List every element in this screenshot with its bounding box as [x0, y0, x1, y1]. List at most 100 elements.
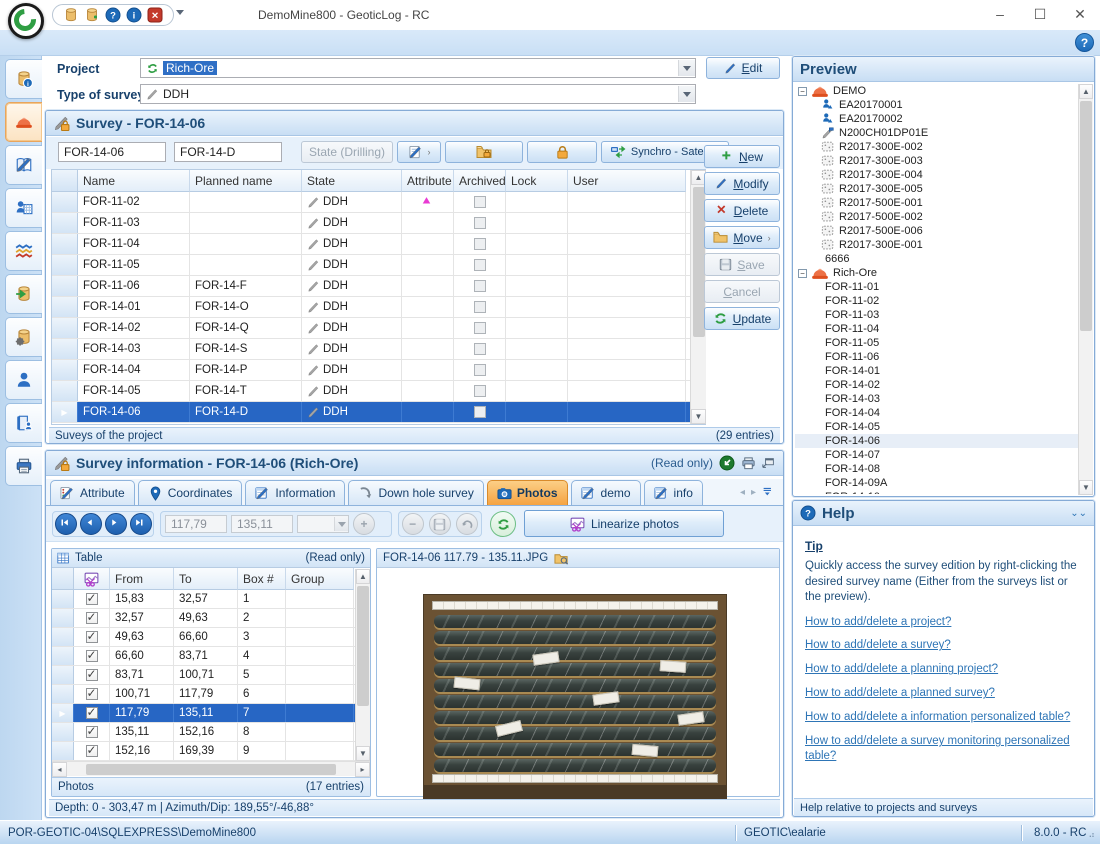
- tree-item-EA20170002[interactable]: EA20170002: [795, 112, 1078, 126]
- close-red-icon[interactable]: ✕: [147, 7, 163, 23]
- tree-item-FOR-14-08[interactable]: FOR-14-08: [795, 462, 1078, 476]
- tree-item-FOR-14-09A[interactable]: FOR-14-09A: [795, 476, 1078, 490]
- tree-item-FOR-11-01[interactable]: FOR-11-01: [795, 280, 1078, 294]
- photo-row-box-8[interactable]: 135,11152,168: [52, 723, 370, 742]
- tree-expander-icon[interactable]: −: [798, 269, 807, 278]
- survey-row-FOR-14-04[interactable]: FOR-14-04FOR-14-PDDH: [52, 360, 705, 381]
- survey-row-FOR-14-06[interactable]: ▶FOR-14-06FOR-14-DDDH: [52, 402, 705, 423]
- quick-access-customize-icon[interactable]: [176, 10, 184, 15]
- scroll-down-icon[interactable]: ▼: [356, 746, 370, 761]
- collapse-help-icon[interactable]: ⌄⌄: [1070, 508, 1087, 519]
- sidebar-tab-person-table[interactable]: [5, 188, 42, 228]
- scroll-thumb[interactable]: [86, 764, 336, 775]
- maximize-button[interactable]: ☐: [1020, 0, 1060, 28]
- undo-record-button[interactable]: [456, 513, 478, 535]
- tree-item-FOR-11-06[interactable]: FOR-11-06: [795, 350, 1078, 364]
- last-record-button[interactable]: [130, 513, 152, 535]
- tree-expander-icon[interactable]: −: [798, 87, 807, 96]
- row-selector[interactable]: [52, 213, 78, 233]
- folder-lock-button[interactable]: [445, 141, 523, 163]
- from-field[interactable]: 117,79: [165, 515, 227, 533]
- scroll-up-icon[interactable]: ▲: [356, 569, 370, 584]
- scroll-down-icon[interactable]: ▼: [691, 409, 706, 424]
- delete-button[interactable]: Delete: [704, 199, 780, 222]
- previous-record-button[interactable]: [80, 513, 102, 535]
- sidebar-tab-book-user[interactable]: [5, 403, 42, 443]
- tab-down-hole-survey[interactable]: Down hole survey: [348, 480, 483, 505]
- sidebar-tab-book-pencil[interactable]: [5, 145, 42, 185]
- refresh-records-button[interactable]: [490, 511, 516, 537]
- column-header-group[interactable]: Group: [286, 568, 354, 590]
- open-photo-icon[interactable]: [554, 551, 569, 566]
- collapse-panel-icon[interactable]: [719, 455, 735, 471]
- minimize-button[interactable]: –: [980, 0, 1020, 28]
- help-link-5[interactable]: How to add/delete a information personal…: [805, 710, 1083, 725]
- row-selector[interactable]: [52, 647, 74, 665]
- collapse-tabs-icon[interactable]: [762, 486, 775, 499]
- help-circle-icon[interactable]: ?: [105, 7, 121, 23]
- photo-row-box-6[interactable]: 100,71117,796: [52, 685, 370, 704]
- archived-checkbox[interactable]: [474, 385, 486, 397]
- app-logo[interactable]: [8, 3, 44, 39]
- row-selector[interactable]: [52, 666, 74, 684]
- remove-record-button[interactable]: −: [402, 513, 424, 535]
- tab-scroll-right-icon[interactable]: ▸: [751, 487, 756, 498]
- project-combo-arrow[interactable]: [678, 60, 695, 76]
- column-header-planned-name[interactable]: Planned name: [190, 170, 302, 192]
- scroll-left-icon[interactable]: ◂: [52, 762, 67, 777]
- sidebar-tab-user[interactable]: [5, 360, 42, 400]
- column-header-archived[interactable]: Archived: [454, 170, 506, 192]
- first-record-button[interactable]: [55, 513, 77, 535]
- linearized-checkbox[interactable]: [86, 593, 98, 605]
- modify-button[interactable]: Modify: [704, 172, 780, 195]
- linearized-checkbox[interactable]: [86, 631, 98, 643]
- tree-item-FOR-11-04[interactable]: FOR-11-04: [795, 322, 1078, 336]
- cancel-button[interactable]: Cancel: [704, 280, 780, 303]
- photo-row-box-3[interactable]: 49,6366,603: [52, 628, 370, 647]
- sidebar-tab-waves[interactable]: [5, 231, 42, 271]
- help-link-3[interactable]: How to add/delete a planning project?: [805, 662, 1083, 677]
- survey-type-combo[interactable]: DDH: [140, 84, 696, 104]
- column-header-from[interactable]: From: [110, 568, 174, 590]
- tree-item-N200CH01DP01E[interactable]: N200CH01DP01E: [795, 126, 1078, 140]
- info-circle-icon[interactable]: i: [126, 7, 142, 23]
- archived-checkbox[interactable]: [474, 259, 486, 271]
- column-header-attribute[interactable]: Attribute: [402, 170, 454, 192]
- row-selector[interactable]: [52, 234, 78, 254]
- row-selector[interactable]: [52, 297, 78, 317]
- row-selector[interactable]: [52, 318, 78, 338]
- scroll-down-icon[interactable]: ▼: [1079, 480, 1093, 495]
- lock-button[interactable]: [527, 141, 597, 163]
- survey-type-combo-arrow[interactable]: [678, 86, 695, 102]
- archived-checkbox[interactable]: [474, 238, 486, 250]
- sidebar-tab-db-info[interactable]: i: [5, 59, 42, 99]
- tree-item-R2017-300E-004[interactable]: R2017-300E-004: [795, 168, 1078, 182]
- row-selector[interactable]: [52, 628, 74, 646]
- tree-item-FOR-14-04[interactable]: FOR-14-04: [795, 406, 1078, 420]
- tree-item-R2017-300E-001[interactable]: R2017-300E-001: [795, 238, 1078, 252]
- row-selector[interactable]: [52, 360, 78, 380]
- row-selector[interactable]: [52, 609, 74, 627]
- tree-item-FOR-14-03[interactable]: FOR-14-03: [795, 392, 1078, 406]
- tab-demo[interactable]: demo: [571, 480, 641, 505]
- tab-info[interactable]: info: [644, 480, 703, 505]
- photos-table-hscrollbar[interactable]: ◂ ▸: [52, 761, 370, 776]
- next-record-button[interactable]: [105, 513, 127, 535]
- tree-item-FOR-14-02[interactable]: FOR-14-02: [795, 378, 1078, 392]
- tree-item-FOR-14-05[interactable]: FOR-14-05: [795, 420, 1078, 434]
- help-link-2[interactable]: How to add/delete a survey?: [805, 638, 1083, 653]
- sidebar-tab-printer[interactable]: [5, 446, 42, 486]
- survey-row-FOR-11-02[interactable]: FOR-11-02DDH: [52, 192, 705, 213]
- survey-row-FOR-14-03[interactable]: FOR-14-03FOR-14-SDDH: [52, 339, 705, 360]
- tree-item-EA20170001[interactable]: EA20170001: [795, 98, 1078, 112]
- row-selector[interactable]: [52, 192, 78, 212]
- survey-planned-input[interactable]: FOR-14-D: [174, 142, 282, 162]
- survey-row-FOR-11-03[interactable]: FOR-11-03DDH: [52, 213, 705, 234]
- survey-row-FOR-11-04[interactable]: FOR-11-04DDH: [52, 234, 705, 255]
- tab-scroll-left-icon[interactable]: ◂: [740, 487, 745, 498]
- linearized-checkbox[interactable]: [86, 688, 98, 700]
- print-icon[interactable]: [741, 456, 756, 471]
- to-field[interactable]: 135,11: [231, 515, 293, 533]
- edit-button[interactable]: Edit: [706, 57, 780, 79]
- edit-state-button[interactable]: ›: [397, 141, 441, 163]
